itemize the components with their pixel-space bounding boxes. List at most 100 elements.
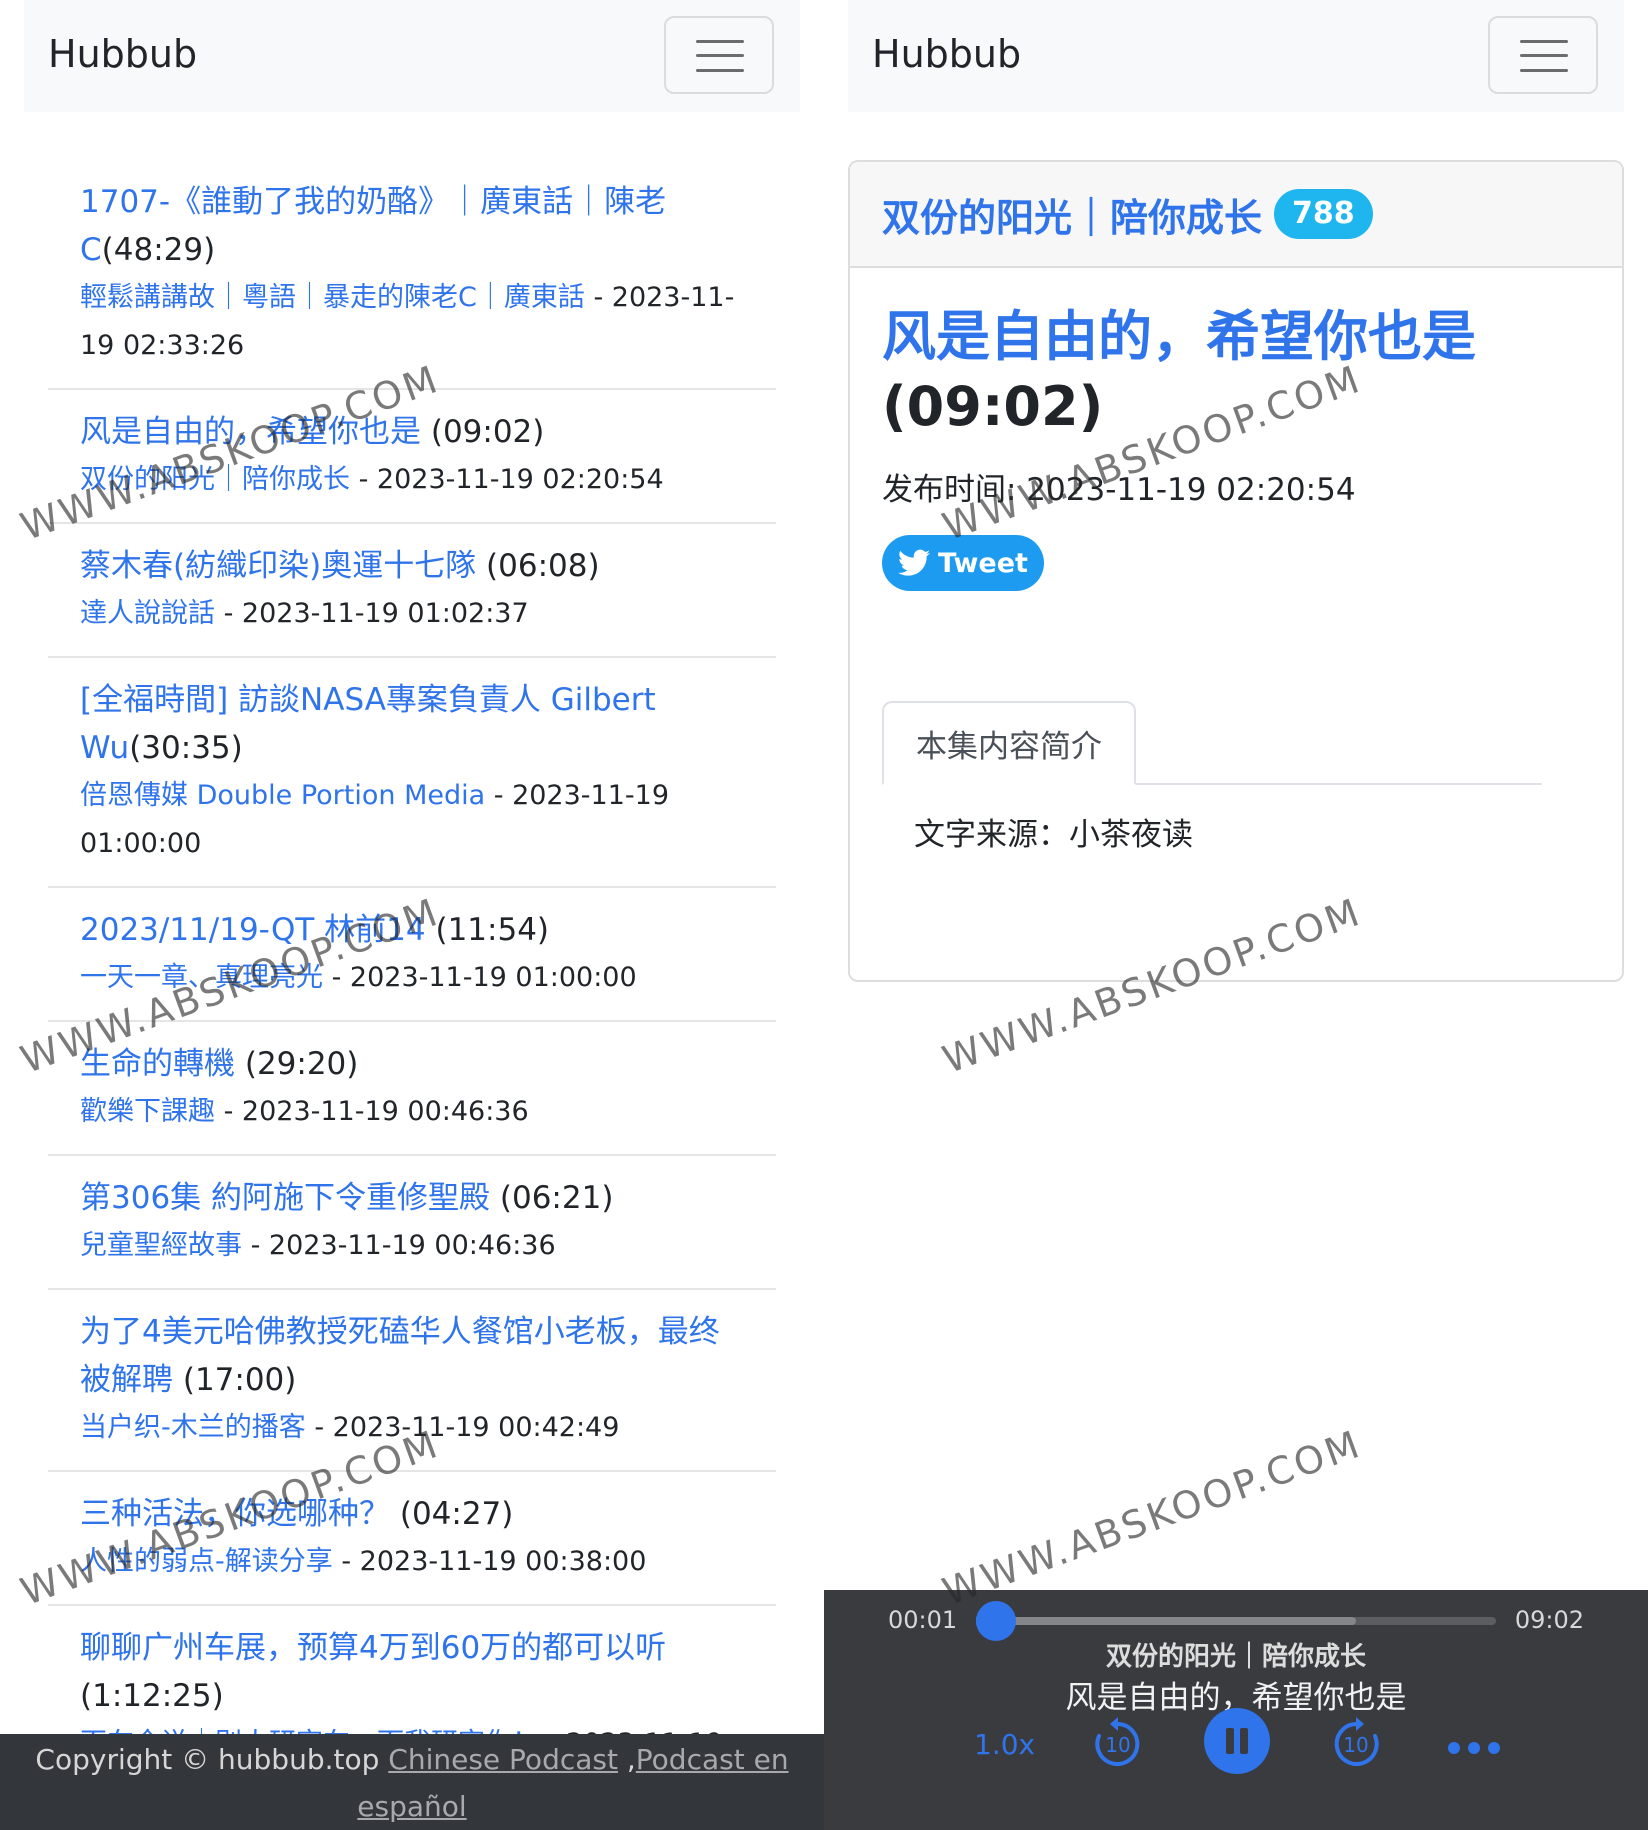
more-options-icon[interactable] — [1446, 1738, 1502, 1758]
episode-title-line: 聊聊广州车展，预算4万到60万的都可以听 (1:12:25) — [80, 1624, 744, 1720]
right-screen: Hubbub 双份的阳光｜陪你成长 788 风是自由的，希望你也是 (09:02… — [824, 0, 1648, 1830]
pause-icon — [1226, 1728, 1234, 1754]
episode-title-line: 2023/11/19-QT 林前14 (11:54) — [80, 906, 744, 954]
navbar: Hubbub — [848, 0, 1624, 112]
episode-title-link[interactable]: 生命的轉機 — [80, 1046, 235, 1082]
current-time: 00:01 — [888, 1606, 958, 1634]
list-item: 风是自由的，希望你也是 (09:02) 双份的阳光｜陪你成长 - 2023-11-… — [48, 390, 776, 524]
episode-duration: (09:02) — [421, 414, 545, 450]
episode-title-link[interactable]: 三种活法，你选哪种？ — [80, 1496, 390, 1532]
episode-list: 1707-《誰動了我的奶酪》｜廣東話｜陳老C(48:29) 輕鬆講講故｜粵語｜暴走… — [48, 160, 776, 1788]
episode-meta-line: 双份的阳光｜陪你成长 - 2023-11-19 02:20:54 — [80, 456, 744, 504]
episode-card: 双份的阳光｜陪你成长 788 风是自由的，希望你也是 (09:02) 发布时间:… — [848, 160, 1624, 982]
episode-duration: (09:02) — [882, 375, 1104, 438]
episode-title-line: 三种活法，你选哪种？ (04:27) — [80, 1490, 744, 1538]
episode-title-text: 风是自由的，希望你也是 — [882, 305, 1476, 368]
list-item: 2023/11/19-QT 林前14 (11:54) 一天一章、真理亮光 - 20… — [48, 888, 776, 1022]
episode-meta-line: 当户织-木兰的播客 - 2023-11-19 00:42:49 — [80, 1404, 744, 1452]
menu-toggle-button[interactable] — [664, 16, 774, 94]
podcast-link[interactable]: 歡樂下課趣 — [80, 1096, 215, 1127]
hamburger-icon — [1520, 40, 1568, 43]
episode-title-line: 蔡木春(紡織印染)奧運十七隊 (06:08) — [80, 542, 744, 590]
list-item: 第306集 約阿施下令重修聖殿 (06:21) 兒童聖經故事 - 2023-11-… — [48, 1156, 776, 1290]
twitter-bird-icon — [898, 549, 931, 576]
episode-meta-line: 人性的弱点-解读分享 - 2023-11-19 00:38:00 — [80, 1538, 744, 1586]
forward-10-icon[interactable]: 10 — [1328, 1714, 1384, 1770]
hamburger-icon-bar — [1520, 54, 1568, 57]
episode-title-line: 1707-《誰動了我的奶酪》｜廣東話｜陳老C(48:29) — [80, 178, 744, 274]
brand-logo[interactable]: Hubbub — [48, 32, 197, 76]
footer: Copyright © hubbub.top Chinese Podcast ,… — [0, 1734, 824, 1830]
total-time: 09:02 — [1514, 1606, 1584, 1634]
podcast-link[interactable]: 輕鬆講講故｜粵語｜暴走的陳老C｜廣東話 — [80, 282, 585, 313]
podcast-link[interactable]: 倍恩傳媒 Double Portion Media — [80, 780, 485, 811]
list-item: 为了4美元哈佛教授死磕华人餐馆小老板，最终被解聘 (17:00) 当户织-木兰的播… — [48, 1290, 776, 1472]
episode-duration: (06:08) — [476, 548, 600, 584]
episode-title-link[interactable]: 聊聊广州车展，预算4万到60万的都可以听 — [80, 1630, 666, 1666]
podcast-link[interactable]: 達人說說話 — [80, 598, 215, 629]
episode-title: 风是自由的，希望你也是 (09:02) — [882, 302, 1590, 442]
episode-duration: (1:12:25) — [80, 1678, 224, 1714]
progress-bar[interactable] — [976, 1601, 1496, 1641]
episode-duration: (06:21) — [490, 1180, 614, 1216]
episode-date: - 2023-11-19 00:42:49 — [305, 1412, 620, 1443]
episode-title-line: 风是自由的，希望你也是 (09:02) — [80, 408, 744, 456]
tweet-button[interactable]: Tweet — [882, 535, 1044, 591]
episode-duration: (29:20) — [235, 1046, 359, 1082]
tab-episode-intro[interactable]: 本集内容简介 — [882, 701, 1136, 785]
episode-title-link[interactable]: 第306集 約阿施下令重修聖殿 — [80, 1180, 490, 1216]
episode-date: - 2023-11-19 00:38:00 — [332, 1546, 647, 1577]
rewind-seconds: 10 — [1105, 1733, 1130, 1757]
tweet-label: Tweet — [938, 547, 1028, 579]
list-item: 生命的轉機 (29:20) 歡樂下課趣 - 2023-11-19 00:46:36 — [48, 1022, 776, 1156]
chinese-podcast-link[interactable]: Chinese Podcast — [388, 1743, 618, 1776]
list-item: 蔡木春(紡織印染)奧運十七隊 (06:08) 達人說說話 - 2023-11-19… — [48, 524, 776, 658]
episode-duration: (04:27) — [390, 1496, 514, 1532]
episode-title-link[interactable]: 蔡木春(紡織印染)奧運十七隊 — [80, 548, 476, 584]
card-body: 风是自由的，希望你也是 (09:02) 发布时间: 2023-11-19 02:… — [850, 268, 1622, 908]
episode-date: - 2023-11-19 01:02:37 — [215, 598, 529, 629]
episode-date: - 2023-11-19 00:46:36 — [215, 1096, 529, 1127]
podcast-link[interactable]: 人性的弱点-解读分享 — [80, 1546, 333, 1577]
episode-intro-text: 文字来源：小茶夜读 — [914, 817, 1193, 853]
hamburger-icon — [696, 40, 744, 43]
playback-speed-button[interactable]: 1.0x — [974, 1728, 1035, 1761]
episode-date: - 2023-11-19 01:00:00 — [323, 962, 637, 993]
tab-bar: 本集内容简介 — [882, 699, 1542, 785]
list-item: [全福時間] 訪談NASA專案負責人 Gilbert Wu(30:35) 倍恩傳媒… — [48, 658, 776, 888]
episode-title-link[interactable]: 2023/11/19-QT 林前14 — [80, 912, 426, 948]
buffered-bar — [976, 1617, 1356, 1625]
navbar: Hubbub — [24, 0, 800, 112]
podcast-link[interactable]: 一天一章、真理亮光 — [80, 962, 323, 993]
pause-button[interactable] — [1204, 1708, 1270, 1774]
hamburger-icon-bar — [696, 54, 744, 57]
menu-toggle-button[interactable] — [1488, 16, 1598, 94]
episode-title-line: [全福時間] 訪談NASA專案負責人 Gilbert Wu(30:35) — [80, 676, 744, 772]
podcast-link[interactable]: 兒童聖經故事 — [80, 1230, 242, 1261]
player-podcast-name: 双份的阳光｜陪你成长 — [1105, 1642, 1366, 1672]
audio-player: 00:01 09:02 双份的阳光｜陪你成长 风是自由的，希望你也是 1.0x … — [824, 1590, 1648, 1830]
rewind-10-icon[interactable]: 10 — [1090, 1714, 1146, 1770]
list-item: 1707-《誰動了我的奶酪》｜廣東話｜陳老C(48:29) 輕鬆講講故｜粵語｜暴走… — [48, 160, 776, 390]
publish-time: 发布时间: 2023-11-19 02:20:54 — [882, 472, 1356, 508]
episode-title-line: 生命的轉機 (29:20) — [80, 1040, 744, 1088]
podcast-link[interactable]: 当户织-木兰的播客 — [80, 1412, 306, 1443]
episode-duration: (48:29) — [101, 232, 216, 268]
seek-handle[interactable] — [976, 1601, 1016, 1641]
episode-count-badge: 788 — [1274, 189, 1373, 239]
episode-meta-line: 兒童聖經故事 - 2023-11-19 00:46:36 — [80, 1222, 744, 1270]
episode-meta-line: 歡樂下課趣 - 2023-11-19 00:46:36 — [80, 1088, 744, 1136]
brand-logo[interactable]: Hubbub — [872, 32, 1021, 76]
episode-duration: (30:35) — [129, 730, 243, 766]
podcast-link[interactable]: 双份的阳光｜陪你成长 — [80, 464, 350, 495]
episode-date: - 2023-11-19 00:46:36 — [242, 1230, 556, 1261]
forward-seconds: 10 — [1343, 1733, 1368, 1757]
episode-title-link[interactable]: 风是自由的，希望你也是 — [80, 414, 421, 450]
podcast-title-link[interactable]: 双份的阳光｜陪你成长 — [882, 187, 1262, 242]
pause-icon-bar — [1240, 1728, 1248, 1754]
copyright-text: Copyright © hubbub.top — [35, 1743, 389, 1776]
episode-meta-line: 輕鬆講講故｜粵語｜暴走的陳老C｜廣東話 - 2023-11-19 02:33:2… — [80, 274, 744, 370]
episode-meta-line: 倍恩傳媒 Double Portion Media - 2023-11-19 0… — [80, 772, 744, 868]
left-screen: Hubbub 1707-《誰動了我的奶酪》｜廣東話｜陳老C(48:29) 輕鬆講講… — [0, 0, 824, 1830]
footer-separator: , — [617, 1743, 636, 1776]
